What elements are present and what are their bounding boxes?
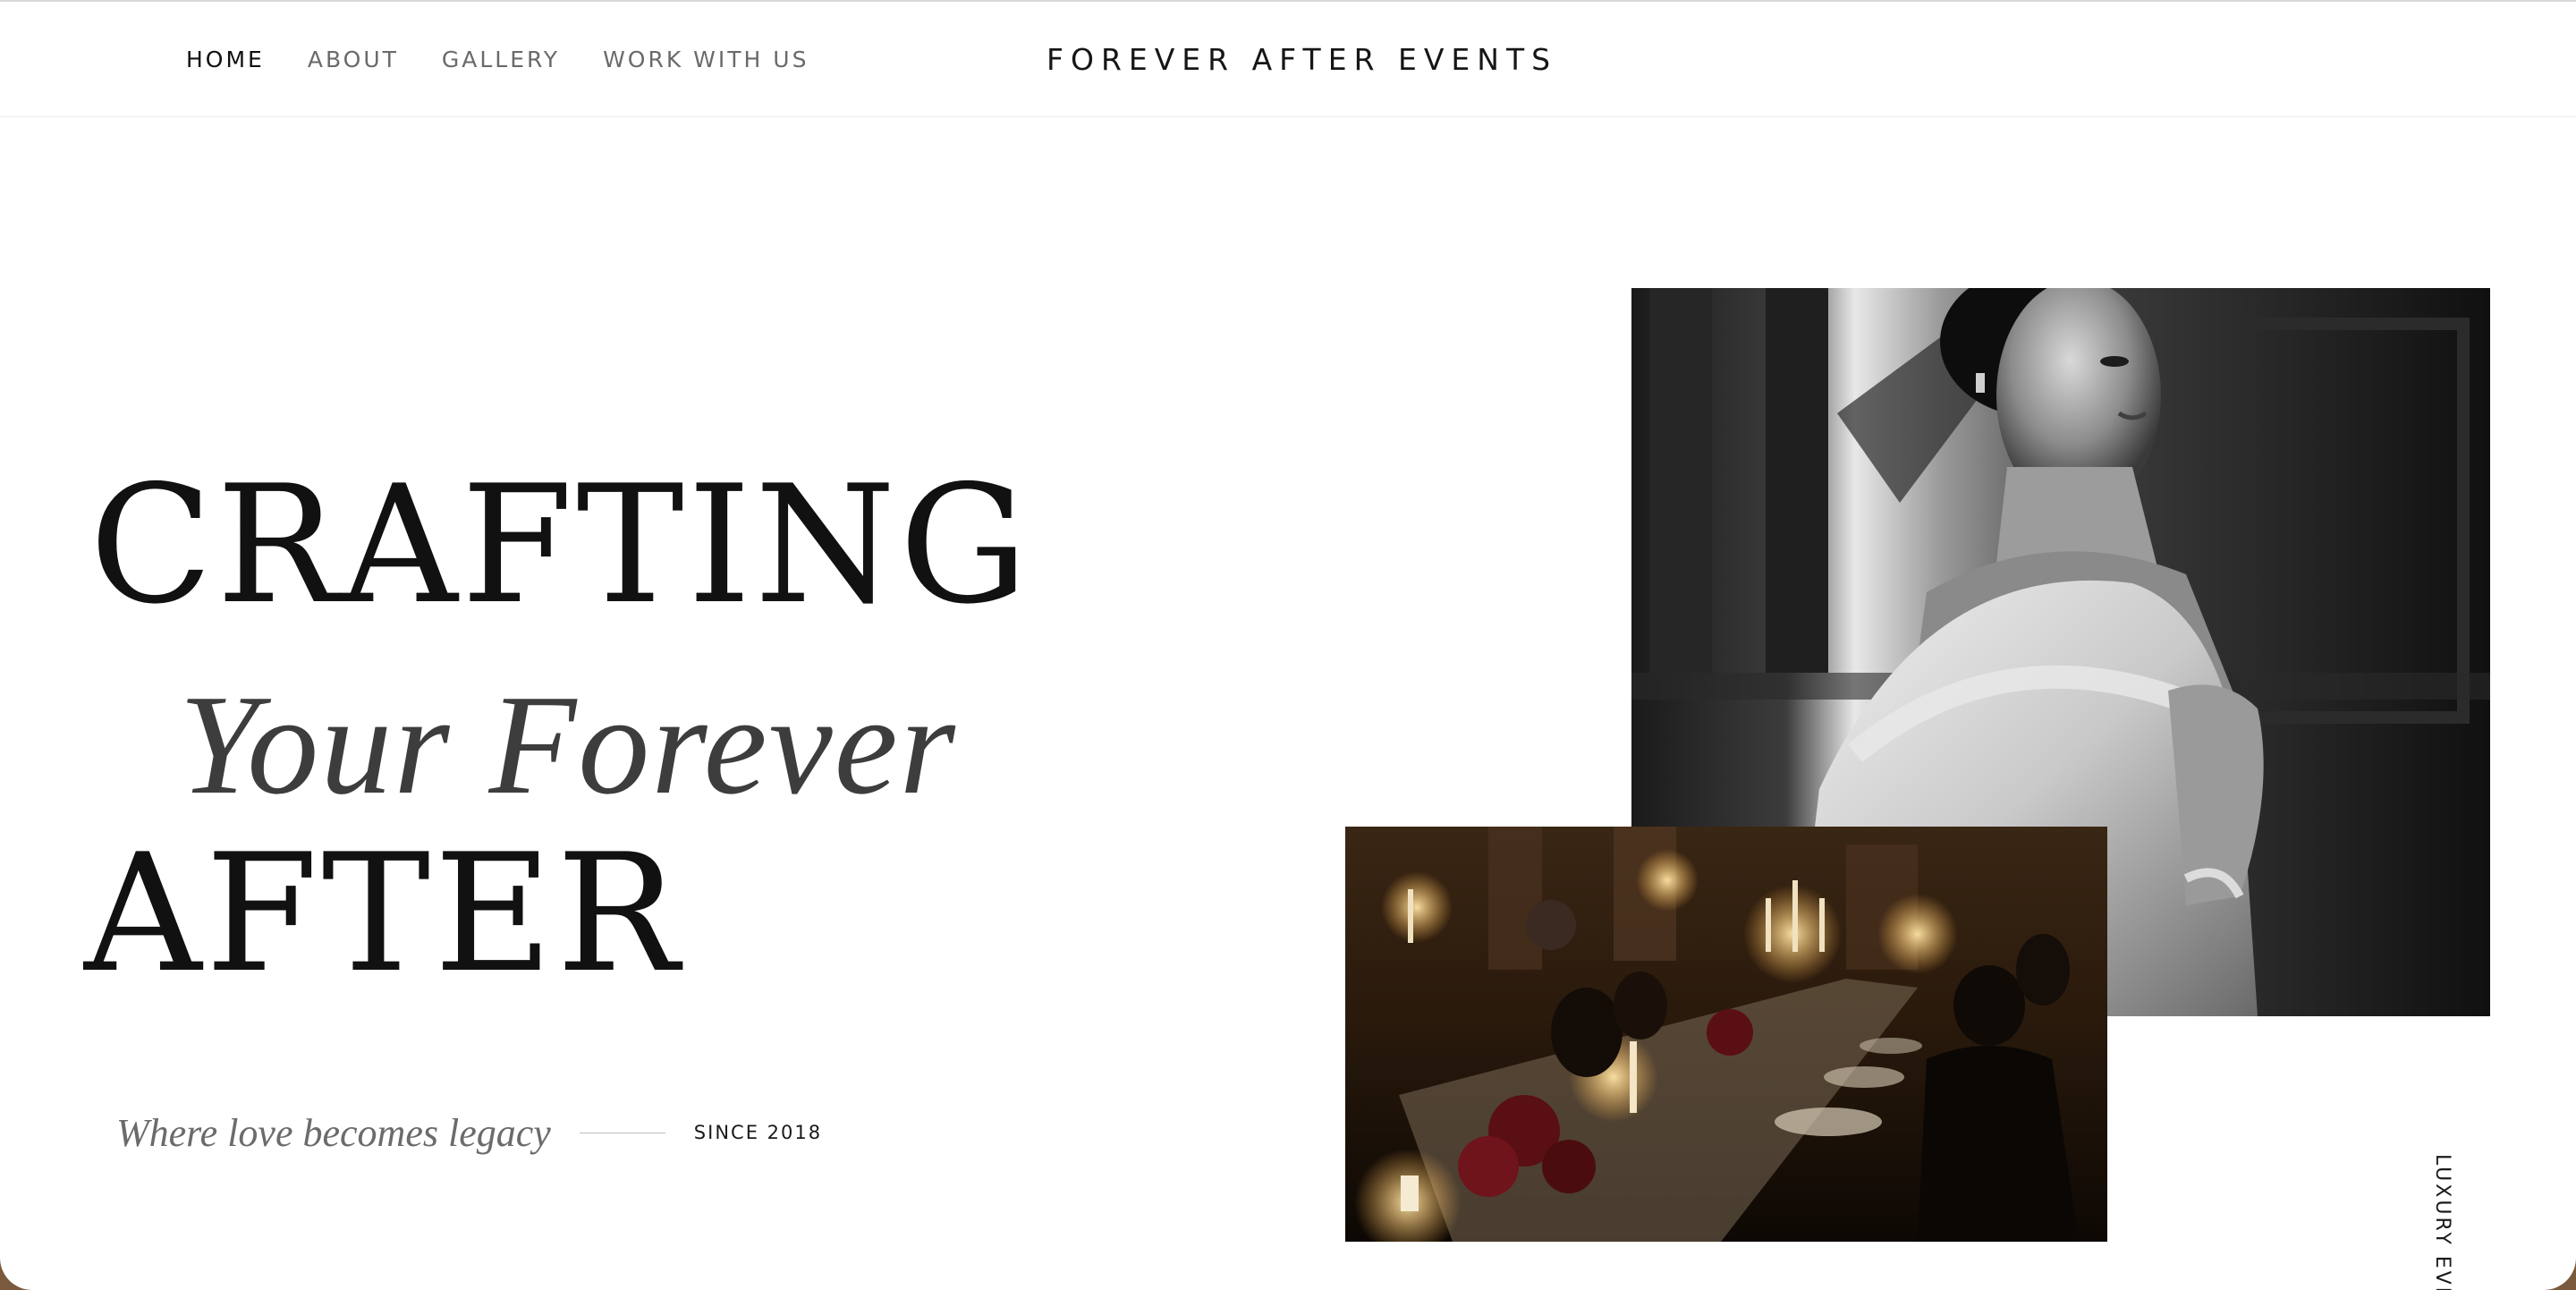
brand-logo[interactable]: FOREVER AFTER EVENTS: [1046, 2, 1557, 116]
candlelit-dinner-photo: [1345, 827, 2107, 1242]
tagline: Where love becomes legacy: [116, 1110, 551, 1155]
hero-headline-your-forever: Your Forever: [179, 665, 957, 824]
since-label: SINCE 2018: [693, 1122, 823, 1143]
tagline-row: Where love becomes legacy SINCE 2018: [116, 1106, 822, 1159]
nav-gallery-link[interactable]: GALLERY: [442, 47, 560, 72]
nav-links: HOME ABOUT GALLERY WORK WITH US: [186, 2, 852, 116]
side-vertical-label: LUXURY EVE: [2431, 1154, 2453, 1290]
nav-work-with-us-link[interactable]: WORK WITH US: [603, 47, 809, 72]
nav-about-link[interactable]: ABOUT: [308, 47, 399, 72]
hero-headline-after: AFTER: [84, 819, 682, 1008]
top-nav: HOME ABOUT GALLERY WORK WITH US FOREVER …: [0, 2, 2576, 117]
hero-headline-crafting: CRAFTING: [89, 450, 1032, 640]
nav-home-link[interactable]: HOME: [186, 47, 265, 72]
page: HOME ABOUT GALLERY WORK WITH US FOREVER …: [0, 0, 2576, 1290]
candlelit-dinner-illustration: [1345, 827, 2107, 1242]
